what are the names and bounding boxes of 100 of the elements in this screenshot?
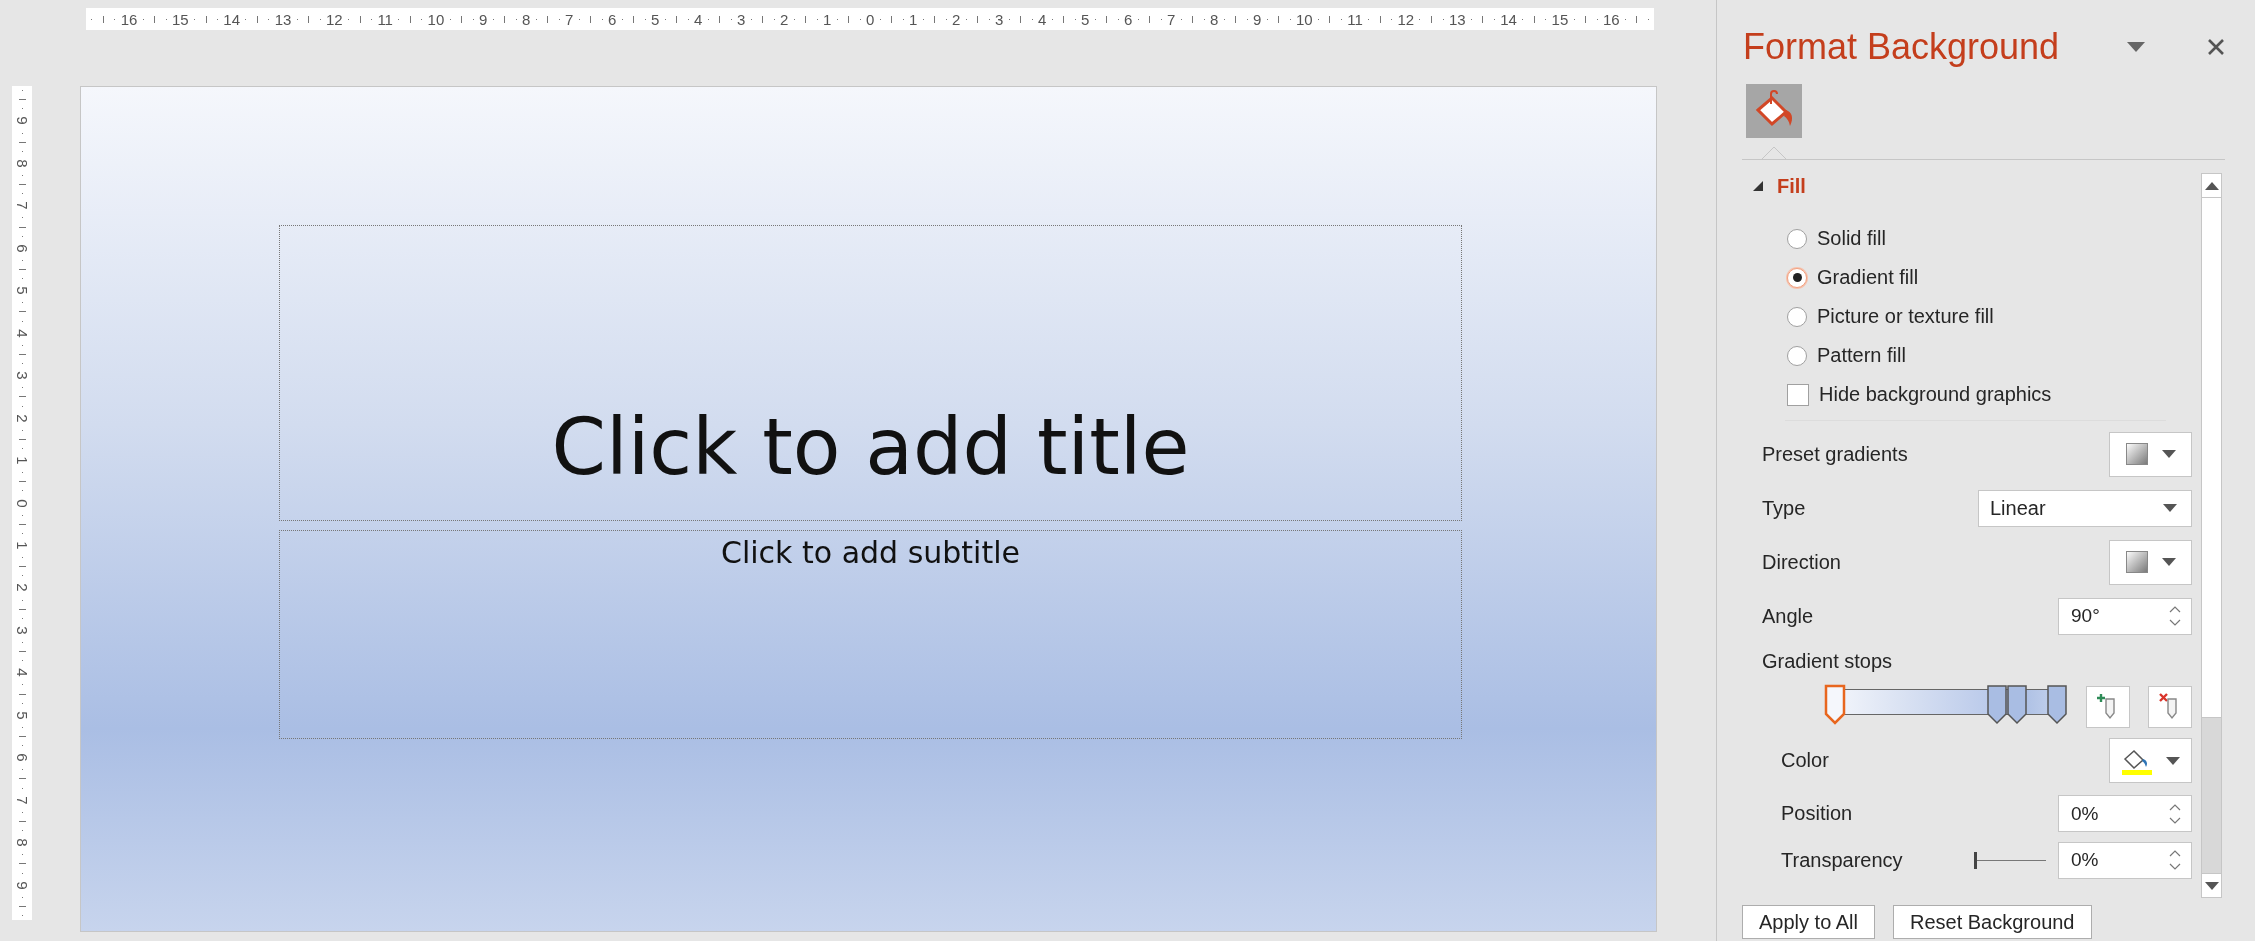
ruler-number: 3 xyxy=(994,11,1004,27)
ruler-number: 9 xyxy=(1252,11,1262,27)
scroll-up-icon[interactable] xyxy=(2204,181,2219,190)
fill-tab[interactable] xyxy=(1746,84,1802,138)
gradient-stop-handle[interactable] xyxy=(2046,683,2068,726)
ruler-number: 6 xyxy=(1123,11,1133,27)
gradient-stop-handle[interactable] xyxy=(2006,683,2029,726)
apply-to-all-button[interactable]: Apply to All xyxy=(1742,905,1875,940)
ruler-number: 5 xyxy=(650,11,660,27)
ruler-number: 14 xyxy=(1500,11,1517,27)
ruler-number: 3 xyxy=(736,11,746,27)
ruler-number: 4 xyxy=(14,668,30,677)
transparency-slider[interactable] xyxy=(1974,850,2046,871)
ruler-number: 16 xyxy=(120,11,138,27)
setting-label: Type xyxy=(1762,496,1807,520)
ruler-number: 7 xyxy=(564,11,574,27)
ruler-number: 1 xyxy=(908,11,918,27)
ruler-number: 7 xyxy=(14,201,30,211)
spinner-arrows-icon[interactable] xyxy=(2169,802,2181,825)
ruler-number: 4 xyxy=(14,329,30,338)
panel-options-button[interactable] xyxy=(2127,42,2145,52)
radio-button[interactable] xyxy=(1787,345,1807,366)
add-stop-button[interactable] xyxy=(2086,685,2130,728)
subtitle-placeholder[interactable]: Click to add subtitle xyxy=(279,530,1462,739)
ruler-number: 8 xyxy=(1209,11,1219,27)
ruler-number: 2 xyxy=(14,413,30,423)
checkbox[interactable] xyxy=(1787,383,1809,406)
scrollbar[interactable] xyxy=(2201,173,2222,899)
setting-label: Color xyxy=(1781,749,1830,773)
ruler-number: 11 xyxy=(377,11,393,27)
ruler-number: 4 xyxy=(1037,11,1047,27)
gradient-stops-label: Gradient stops xyxy=(1762,649,1894,673)
ruler-number: 2 xyxy=(779,11,789,27)
radio-button[interactable] xyxy=(1787,306,1807,327)
ruler-number: 13 xyxy=(1448,11,1466,27)
type-dropdown[interactable]: Linear xyxy=(1978,489,2192,527)
panel-title: Format Background xyxy=(1743,26,2061,68)
ruler-number: 1 xyxy=(14,456,30,465)
close-button[interactable] xyxy=(2207,38,2225,56)
ruler-number: 5 xyxy=(14,286,30,295)
caret-icon xyxy=(2163,504,2177,513)
setting-label: Position xyxy=(1781,802,1854,826)
ruler-number: 3 xyxy=(14,626,30,635)
caret-icon xyxy=(2161,450,2176,459)
ruler-number: 2 xyxy=(14,583,30,593)
caret-icon xyxy=(2161,558,2176,567)
remove-stop-button[interactable] xyxy=(2148,685,2192,728)
ruler-number: 9 xyxy=(478,11,488,27)
ruler-number: 8 xyxy=(521,11,531,27)
ruler-number: 7 xyxy=(14,796,30,805)
ruler-number: 11 xyxy=(1347,11,1363,27)
reset-background-button[interactable]: Reset Background xyxy=(1892,905,2092,940)
ruler-number: 6 xyxy=(14,753,30,762)
fill-section-header[interactable]: Fill xyxy=(1717,169,2201,204)
radio-option[interactable]: Picture or texture fill xyxy=(1717,297,2201,337)
ruler-number: 12 xyxy=(326,11,343,27)
setting-label: Angle xyxy=(1762,604,1815,628)
radio-option[interactable]: Solid fill xyxy=(1717,219,2201,259)
slider-thumb[interactable] xyxy=(1974,852,1977,870)
ruler-number: 9 xyxy=(14,880,30,890)
ruler-number: 8 xyxy=(14,838,30,847)
radio-button[interactable] xyxy=(1787,267,1807,288)
ruler-number: 5 xyxy=(14,711,30,720)
ruler-number: 14 xyxy=(223,11,241,27)
spinner-arrows-icon[interactable] xyxy=(2169,849,2181,872)
spinner-arrows-icon[interactable] xyxy=(2169,605,2181,628)
color-picker-button[interactable] xyxy=(2109,738,2192,784)
spin-field[interactable]: 0% xyxy=(2058,841,2192,879)
checkbox-option[interactable]: Hide background graphics xyxy=(1717,375,2201,415)
ruler-number: 3 xyxy=(14,371,30,380)
radio-option[interactable]: Gradient fill xyxy=(1717,258,2201,298)
ruler-number: 8 xyxy=(14,159,30,168)
title-placeholder[interactable]: Click to add title xyxy=(279,225,1462,521)
ruler-number: 13 xyxy=(274,11,292,27)
spin-field[interactable]: 90° xyxy=(2058,597,2192,635)
radio-button[interactable] xyxy=(1787,228,1807,249)
ruler-number: 2 xyxy=(951,11,961,27)
ruler-number: 1 xyxy=(14,541,30,550)
gradient-swatch-icon xyxy=(2125,551,2148,574)
gradient-swatch-icon xyxy=(2125,443,2148,466)
ruler-number: 12 xyxy=(1397,11,1415,27)
ruler-number: 6 xyxy=(607,11,617,27)
ruler-number: 16 xyxy=(1602,11,1620,27)
ruler-number: 10 xyxy=(427,11,445,27)
radio-option[interactable]: Pattern fill xyxy=(1717,336,2201,376)
gradient-stop-handle[interactable] xyxy=(1986,683,2009,726)
gradient-stop-handle[interactable] xyxy=(1824,683,1846,726)
gradient-picker-button[interactable] xyxy=(2109,539,2192,585)
caret-icon xyxy=(2165,756,2180,765)
ruler-number: 4 xyxy=(693,11,703,27)
ruler-number: 10 xyxy=(1295,11,1313,27)
ruler-number: 0 xyxy=(865,11,875,27)
gradient-picker-button[interactable] xyxy=(2109,431,2192,477)
ruler-number: 6 xyxy=(14,244,30,253)
ruler-number: 0 xyxy=(14,498,30,508)
spin-field[interactable]: 0% xyxy=(2058,795,2192,833)
ruler-number: 9 xyxy=(14,116,30,126)
ruler-number: 7 xyxy=(1166,11,1176,27)
ruler-number: 5 xyxy=(1080,11,1090,27)
setting-label: Transparency xyxy=(1781,848,1904,872)
